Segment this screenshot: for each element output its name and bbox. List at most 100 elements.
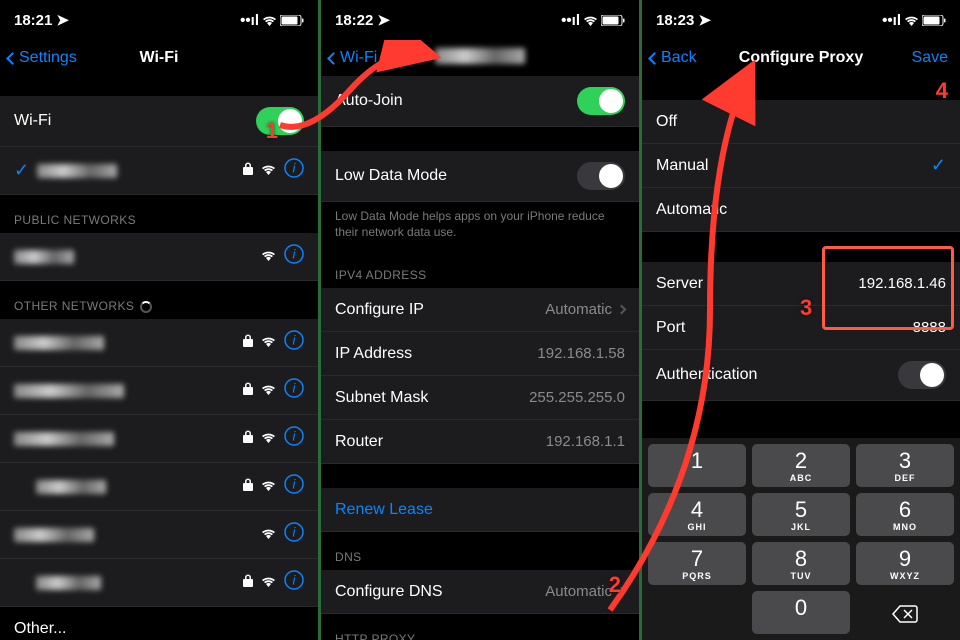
configure-ip-label: Configure IP <box>335 301 545 319</box>
subnet-row: Subnet Mask255.255.255.0 <box>321 376 639 420</box>
key-5[interactable]: 5JKL <box>752 493 850 536</box>
lowdata-footnote: Low Data Mode helps apps on your iPhone … <box>321 202 639 250</box>
wifi-icon <box>261 526 276 544</box>
page-title: Configure Proxy <box>739 49 863 67</box>
info-icon[interactable]: i <box>284 244 304 269</box>
proxy-mode-auto[interactable]: Automatic <box>642 188 960 232</box>
configure-dns-row[interactable]: Configure DNSAutomatic <box>321 570 639 614</box>
section-ipv4: IPV4 ADDRESS <box>321 250 639 288</box>
wifi-icon <box>261 430 276 448</box>
ip-value: 192.168.1.58 <box>537 345 625 362</box>
info-icon[interactable]: i <box>284 378 304 403</box>
key-9[interactable]: 9WXYZ <box>856 542 954 585</box>
status-bar: 18:23➤ ••ıl <box>642 0 960 40</box>
svg-text:i: i <box>293 381 297 396</box>
page-title: Wi-Fi <box>140 49 179 67</box>
key-4[interactable]: 4GHI <box>648 493 746 536</box>
key-7[interactable]: 7PQRS <box>648 542 746 585</box>
check-icon: ✓ <box>931 155 946 176</box>
key-0[interactable]: 0 <box>752 591 850 634</box>
network-name-blurred <box>14 528 94 542</box>
info-icon[interactable]: i <box>284 158 304 183</box>
subnet-label: Subnet Mask <box>335 389 529 407</box>
network-name-blurred <box>14 250 74 264</box>
lowdata-row[interactable]: Low Data Mode <box>321 151 639 202</box>
key-6[interactable]: 6MNO <box>856 493 954 536</box>
lowdata-toggle[interactable] <box>577 162 625 190</box>
network-name-blurred <box>14 432 114 446</box>
chevron-left-icon <box>6 52 19 65</box>
annotation-4: 4 <box>936 78 948 104</box>
battery-icon <box>601 15 625 26</box>
battery-icon <box>280 15 304 26</box>
key-8[interactable]: 8TUV <box>752 542 850 585</box>
lock-icon <box>243 162 253 180</box>
wifi-label: Wi-Fi <box>14 112 256 130</box>
proxy-mode-off[interactable]: Off <box>642 100 960 144</box>
other-network-row[interactable]: i <box>0 415 318 463</box>
other-option[interactable]: Other... <box>0 607 318 640</box>
public-network-row[interactable]: i <box>0 233 318 281</box>
chevron-left-icon <box>648 52 661 65</box>
lock-icon <box>243 382 253 400</box>
phone-screen-1: 18:21➤ ••ıl Settings Wi-Fi Wi-Fi ✓ i <box>0 0 318 640</box>
location-icon: ➤ <box>698 11 711 29</box>
renew-lease-label: Renew Lease <box>335 501 625 519</box>
svg-text:i: i <box>293 247 297 262</box>
other-network-row[interactable]: i <box>0 367 318 415</box>
svg-text:i: i <box>293 161 297 176</box>
section-proxy: HTTP PROXY <box>321 614 639 640</box>
info-icon[interactable]: i <box>284 474 304 499</box>
other-network-row[interactable]: i <box>0 511 318 559</box>
key-backspace[interactable] <box>856 591 954 634</box>
section-dns: DNS <box>321 532 639 570</box>
wifi-icon <box>261 478 276 496</box>
other-network-row[interactable]: i <box>0 463 318 511</box>
autojoin-label: Auto-Join <box>335 92 577 110</box>
lock-icon <box>243 574 253 592</box>
spinner-icon <box>140 301 152 313</box>
current-network-row[interactable]: ✓ i <box>0 147 318 195</box>
subnet-value: 255.255.255.0 <box>529 389 625 406</box>
auth-toggle[interactable] <box>898 361 946 389</box>
configure-ip-value: Automatic <box>545 301 612 318</box>
renew-lease-row[interactable]: Renew Lease <box>321 488 639 532</box>
info-icon[interactable]: i <box>284 330 304 355</box>
status-icons: ••ıl <box>240 12 304 29</box>
autojoin-row[interactable]: Auto-Join <box>321 76 639 127</box>
network-name-blurred <box>14 336 104 350</box>
auth-row[interactable]: Authentication <box>642 350 960 401</box>
info-icon[interactable]: i <box>284 522 304 547</box>
autojoin-toggle[interactable] <box>577 87 625 115</box>
save-button[interactable]: Save <box>912 49 948 67</box>
router-row: Router192.168.1.1 <box>321 420 639 464</box>
network-name-blurred <box>435 48 525 64</box>
configure-ip-row[interactable]: Configure IPAutomatic <box>321 288 639 332</box>
back-button[interactable]: Settings <box>8 49 77 67</box>
proxy-mode-manual[interactable]: Manual✓ <box>642 144 960 188</box>
signal-icon: ••ıl <box>561 12 580 29</box>
back-button[interactable]: Wi-Fi <box>329 49 377 67</box>
auth-label: Authentication <box>656 366 898 384</box>
numeric-keypad: 1 2ABC 3DEF 4GHI 5JKL 6MNO 7PQRS 8TUV 9W… <box>642 438 960 640</box>
ip-label: IP Address <box>335 345 537 363</box>
wifi-toggle[interactable] <box>256 107 304 135</box>
key-3[interactable]: 3DEF <box>856 444 954 487</box>
key-1[interactable]: 1 <box>648 444 746 487</box>
backspace-icon <box>892 605 918 623</box>
key-blank <box>648 591 746 634</box>
key-2[interactable]: 2ABC <box>752 444 850 487</box>
wifi-icon <box>261 382 276 400</box>
network-name-blurred <box>36 576 101 590</box>
info-icon[interactable]: i <box>284 570 304 595</box>
lock-icon <box>243 334 253 352</box>
other-network-row[interactable]: i <box>0 319 318 367</box>
back-label: Wi-Fi <box>340 49 377 67</box>
back-button[interactable]: Back <box>650 49 697 67</box>
annotation-3: 3 <box>800 295 812 321</box>
network-name-blurred <box>14 384 124 398</box>
status-icons: ••ıl <box>561 12 625 29</box>
other-network-row[interactable]: i <box>0 559 318 607</box>
info-icon[interactable]: i <box>284 426 304 451</box>
other-label: Other... <box>14 620 66 638</box>
